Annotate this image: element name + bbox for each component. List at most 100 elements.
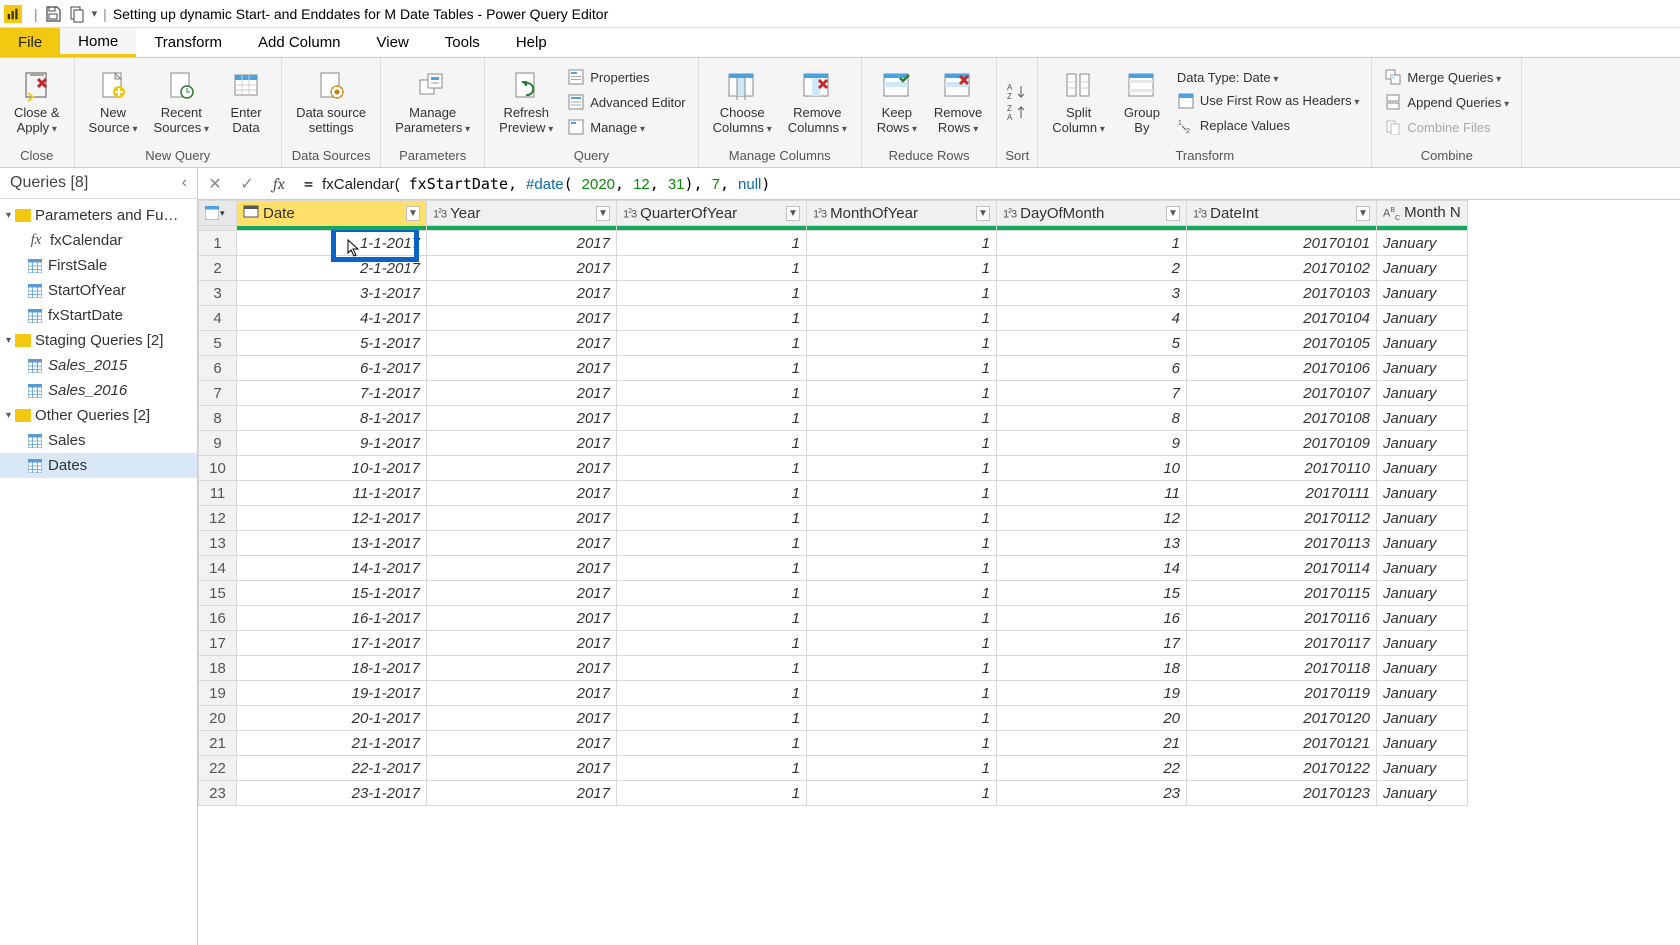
cell[interactable]: 13 [997, 531, 1187, 556]
column-header-dayofmonth[interactable]: 123DayOfMonth▼ [997, 201, 1187, 226]
cell[interactable]: 1 [617, 356, 807, 381]
cell[interactable]: 8-1-2017 [237, 406, 427, 431]
replace-values-button[interactable]: 12Replace Values [1171, 115, 1366, 137]
row-number[interactable]: 18 [199, 656, 237, 681]
table-row[interactable]: 99-1-2017201711920170109January [199, 431, 1468, 456]
enter-data-button[interactable]: Enter Data [217, 67, 275, 138]
data-grid[interactable]: ▾Date▼123Year▼123QuarterOfYear▼123MonthO… [198, 200, 1680, 945]
row-number[interactable]: 19 [199, 681, 237, 706]
combine-files-button[interactable]: Combine Files [1378, 116, 1515, 138]
cell[interactable]: 9 [997, 431, 1187, 456]
cell[interactable]: January [1377, 531, 1468, 556]
cell[interactable]: 2017 [427, 656, 617, 681]
menu-tab-help[interactable]: Help [498, 28, 565, 57]
filter-icon[interactable]: ▼ [1356, 206, 1370, 221]
cell[interactable]: January [1377, 406, 1468, 431]
table-row[interactable]: 1919-1-20172017111920170119January [199, 681, 1468, 706]
query-item-fxstartdate[interactable]: fxStartDate [0, 303, 197, 328]
cell[interactable]: January [1377, 431, 1468, 456]
cell[interactable]: 14-1-2017 [237, 556, 427, 581]
cell[interactable]: 13-1-2017 [237, 531, 427, 556]
filter-icon[interactable]: ▼ [976, 206, 990, 221]
column-header-year[interactable]: 123Year▼ [427, 201, 617, 226]
table-row[interactable]: 1616-1-20172017111620170116January [199, 606, 1468, 631]
manage-parameters-button[interactable]: Manage Parameters [387, 67, 478, 138]
cell[interactable]: 1 [807, 581, 997, 606]
cell[interactable]: 2017 [427, 356, 617, 381]
cell[interactable]: 2017 [427, 256, 617, 281]
cell[interactable]: 20170108 [1187, 406, 1377, 431]
cell[interactable]: 5-1-2017 [237, 331, 427, 356]
cell[interactable]: 20170116 [1187, 606, 1377, 631]
row-number[interactable]: 2 [199, 256, 237, 281]
table-row[interactable]: 1313-1-20172017111320170113January [199, 531, 1468, 556]
cell[interactable]: 20170102 [1187, 256, 1377, 281]
cell[interactable]: 20170101 [1187, 231, 1377, 256]
row-number[interactable]: 16 [199, 606, 237, 631]
cell[interactable]: 1 [807, 606, 997, 631]
query-group[interactable]: ▾Other Queries [2] [0, 403, 197, 428]
cell[interactable]: 1 [617, 556, 807, 581]
cell[interactable]: 2017 [427, 481, 617, 506]
cell[interactable]: 2017 [427, 556, 617, 581]
refresh-preview-button[interactable]: Refresh Preview [491, 67, 561, 138]
table-row[interactable]: 2020-1-20172017112020170120January [199, 706, 1468, 731]
column-header-month n[interactable]: ABCMonth N [1377, 201, 1468, 226]
cell[interactable]: 1 [617, 231, 807, 256]
row-number[interactable]: 1 [199, 231, 237, 256]
cell[interactable]: 4 [997, 306, 1187, 331]
cell[interactable]: 1 [617, 756, 807, 781]
cell[interactable]: January [1377, 656, 1468, 681]
cell[interactable]: 1 [807, 756, 997, 781]
group-by-button[interactable]: Group By [1113, 67, 1171, 138]
cell[interactable]: 1 [617, 281, 807, 306]
row-number[interactable]: 4 [199, 306, 237, 331]
cell[interactable]: January [1377, 506, 1468, 531]
cell[interactable]: 20170104 [1187, 306, 1377, 331]
row-number[interactable]: 23 [199, 781, 237, 806]
table-row[interactable]: 1515-1-20172017111520170115January [199, 581, 1468, 606]
cell[interactable]: 1 [807, 531, 997, 556]
cell[interactable]: 1 [807, 306, 997, 331]
cell[interactable]: 20170105 [1187, 331, 1377, 356]
row-number[interactable]: 14 [199, 556, 237, 581]
cell[interactable]: 1 [807, 731, 997, 756]
cell[interactable]: 5 [997, 331, 1187, 356]
table-row[interactable]: 44-1-2017201711420170104January [199, 306, 1468, 331]
table-row[interactable]: 77-1-2017201711720170107January [199, 381, 1468, 406]
table-row[interactable]: 1010-1-20172017111020170110January [199, 456, 1468, 481]
cell[interactable]: 1 [807, 781, 997, 806]
cell[interactable]: 20170111 [1187, 481, 1377, 506]
cell[interactable]: 2 [997, 256, 1187, 281]
cell[interactable]: 2017 [427, 706, 617, 731]
cell[interactable]: 1 [807, 406, 997, 431]
cell[interactable]: 12-1-2017 [237, 506, 427, 531]
close-apply-button[interactable]: Close & Apply [6, 67, 68, 138]
cell[interactable]: 2017 [427, 306, 617, 331]
cell[interactable]: 1 [807, 281, 997, 306]
merge-queries-button[interactable]: Merge Queries [1378, 66, 1515, 88]
collapse-icon[interactable]: ‹ [182, 174, 187, 192]
recent-sources-button[interactable]: Recent Sources [146, 67, 218, 138]
cell[interactable]: 1 [617, 681, 807, 706]
table-row[interactable]: 33-1-2017201711320170103January [199, 281, 1468, 306]
formula-cancel-icon[interactable]: ✕ [202, 171, 228, 197]
cell[interactable]: 7-1-2017 [237, 381, 427, 406]
cell[interactable]: January [1377, 256, 1468, 281]
table-row[interactable]: 1818-1-20172017111820170118January [199, 656, 1468, 681]
row-number[interactable]: 5 [199, 331, 237, 356]
append-queries-button[interactable]: Append Queries [1378, 91, 1515, 113]
row-number[interactable]: 8 [199, 406, 237, 431]
qat-doc-icon[interactable] [68, 5, 86, 23]
keep-rows-button[interactable]: Keep Rows [868, 67, 926, 138]
properties-button[interactable]: Properties [561, 66, 691, 88]
table-row[interactable]: 2121-1-20172017112120170121January [199, 731, 1468, 756]
cell[interactable]: 3-1-2017 [237, 281, 427, 306]
cell[interactable]: 2017 [427, 581, 617, 606]
cell[interactable]: 1 [807, 481, 997, 506]
query-item-fxcalendar[interactable]: fxfxCalendar [0, 228, 197, 253]
cell[interactable]: 11-1-2017 [237, 481, 427, 506]
row-number[interactable]: 7 [199, 381, 237, 406]
menu-tab-add-column[interactable]: Add Column [240, 28, 359, 57]
table-corner[interactable]: ▾ [199, 201, 237, 226]
